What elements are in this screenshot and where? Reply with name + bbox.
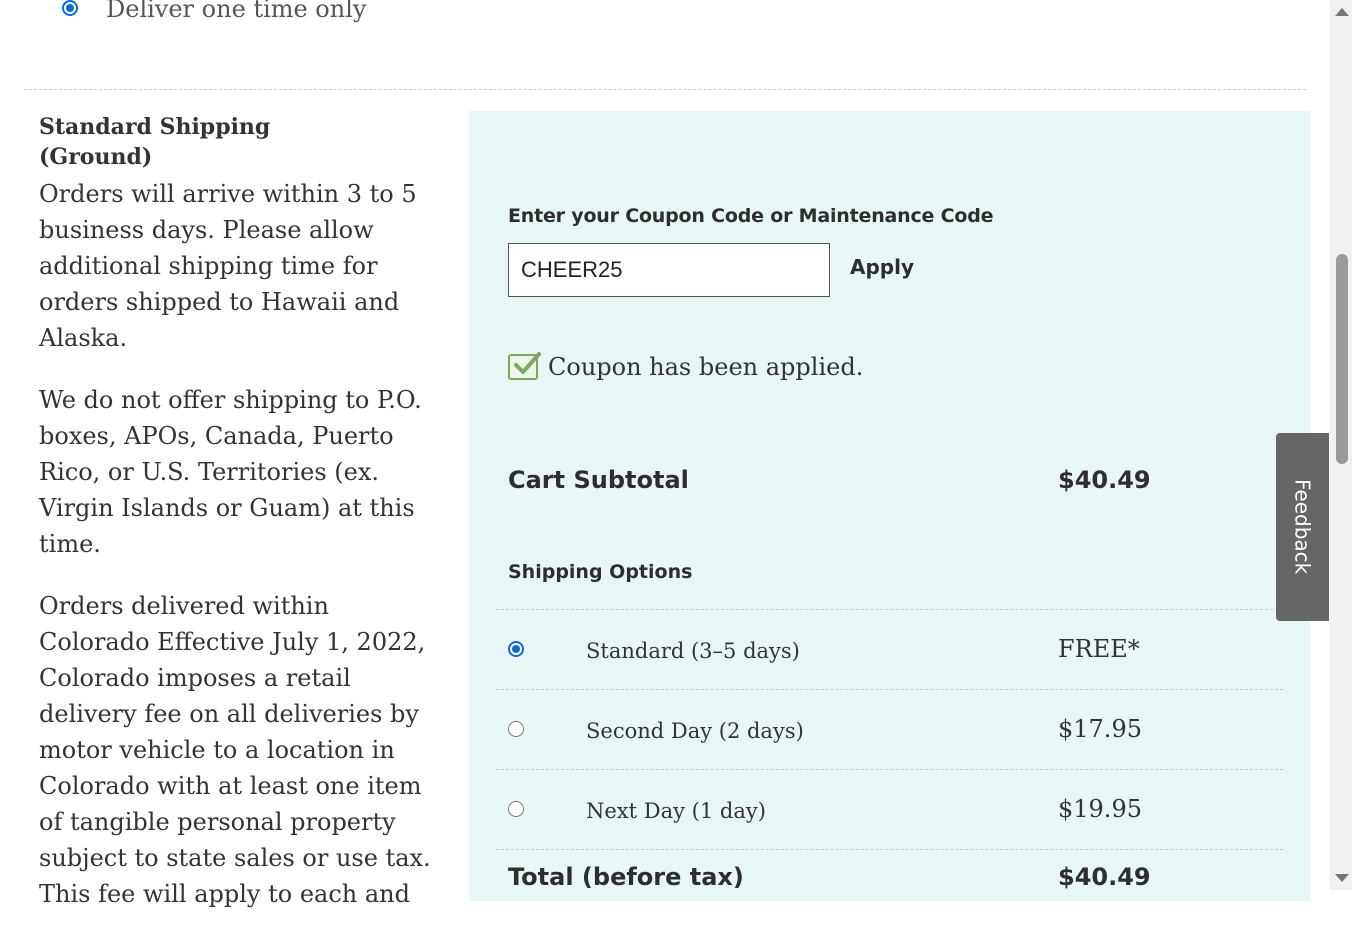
checkmark-icon <box>508 352 541 380</box>
shipping-option-price: FREE* <box>1058 635 1140 663</box>
coupon-applied-message: Coupon has been applied. <box>508 352 864 381</box>
option-divider <box>496 769 1283 770</box>
scroll-up-arrow-icon[interactable] <box>1335 8 1349 16</box>
scroll-down-arrow-icon[interactable] <box>1335 874 1349 882</box>
shipping-info: Standard Shipping (Ground) Orders will a… <box>39 112 434 938</box>
shipping-option-radio[interactable] <box>508 641 524 657</box>
shipping-option-label: Next Day (1 day) <box>586 799 766 823</box>
coupon-input[interactable] <box>508 243 830 297</box>
feedback-tab[interactable]: Feedback <box>1276 433 1329 621</box>
shipping-option-second-day[interactable]: Second Day (2 days) $17.95 <box>508 711 1268 751</box>
delivery-one-time-option[interactable]: Deliver one time only <box>62 0 366 28</box>
shipping-info-paragraph: Orders delivered within Colorado Effecti… <box>39 592 431 908</box>
total-value: $40.49 <box>1058 863 1151 891</box>
shipping-option-standard[interactable]: Standard (3–5 days) FREE* <box>508 631 1268 671</box>
shipping-info-paragraph: We do not offer shipping to P.O. boxes, … <box>39 386 422 558</box>
cart-subtotal-value: $40.49 <box>1058 466 1151 494</box>
shipping-option-radio[interactable] <box>508 721 524 737</box>
delivery-one-time-label: Deliver one time only <box>106 0 367 23</box>
option-divider <box>496 689 1283 690</box>
shipping-info-paragraph: Orders will arrive within 3 to 5 busines… <box>39 180 417 352</box>
total-row: Total (before tax) $40.49 <box>508 863 1310 891</box>
coupon-applied-text: Coupon has been applied. <box>548 353 864 381</box>
delivery-one-time-radio[interactable] <box>62 0 78 16</box>
shipping-info-title: Standard Shipping (Ground) <box>39 114 271 170</box>
section-divider <box>24 89 1306 90</box>
total-label: Total (before tax) <box>508 863 744 891</box>
scroll-thumb[interactable] <box>1336 254 1348 464</box>
cart-subtotal-label: Cart Subtotal <box>508 466 689 494</box>
apply-coupon-button[interactable]: Apply <box>850 255 914 279</box>
shipping-option-next-day[interactable]: Next Day (1 day) $19.95 <box>508 791 1268 831</box>
option-divider <box>496 849 1283 850</box>
page-scrollbar[interactable] <box>1330 0 1352 890</box>
shipping-option-label: Second Day (2 days) <box>586 719 804 743</box>
shipping-option-price: $19.95 <box>1058 795 1142 823</box>
shipping-option-price: $17.95 <box>1058 715 1142 743</box>
feedback-label: Feedback <box>1290 479 1315 575</box>
coupon-label: Enter your Coupon Code or Maintenance Co… <box>508 205 994 227</box>
option-divider <box>496 609 1283 610</box>
shipping-option-radio[interactable] <box>508 801 524 817</box>
shipping-options-title: Shipping Options <box>508 561 693 583</box>
order-summary-panel: Enter your Coupon Code or Maintenance Co… <box>469 111 1310 901</box>
shipping-option-label: Standard (3–5 days) <box>586 639 800 663</box>
cart-subtotal-row: Cart Subtotal $40.49 <box>508 466 1310 494</box>
